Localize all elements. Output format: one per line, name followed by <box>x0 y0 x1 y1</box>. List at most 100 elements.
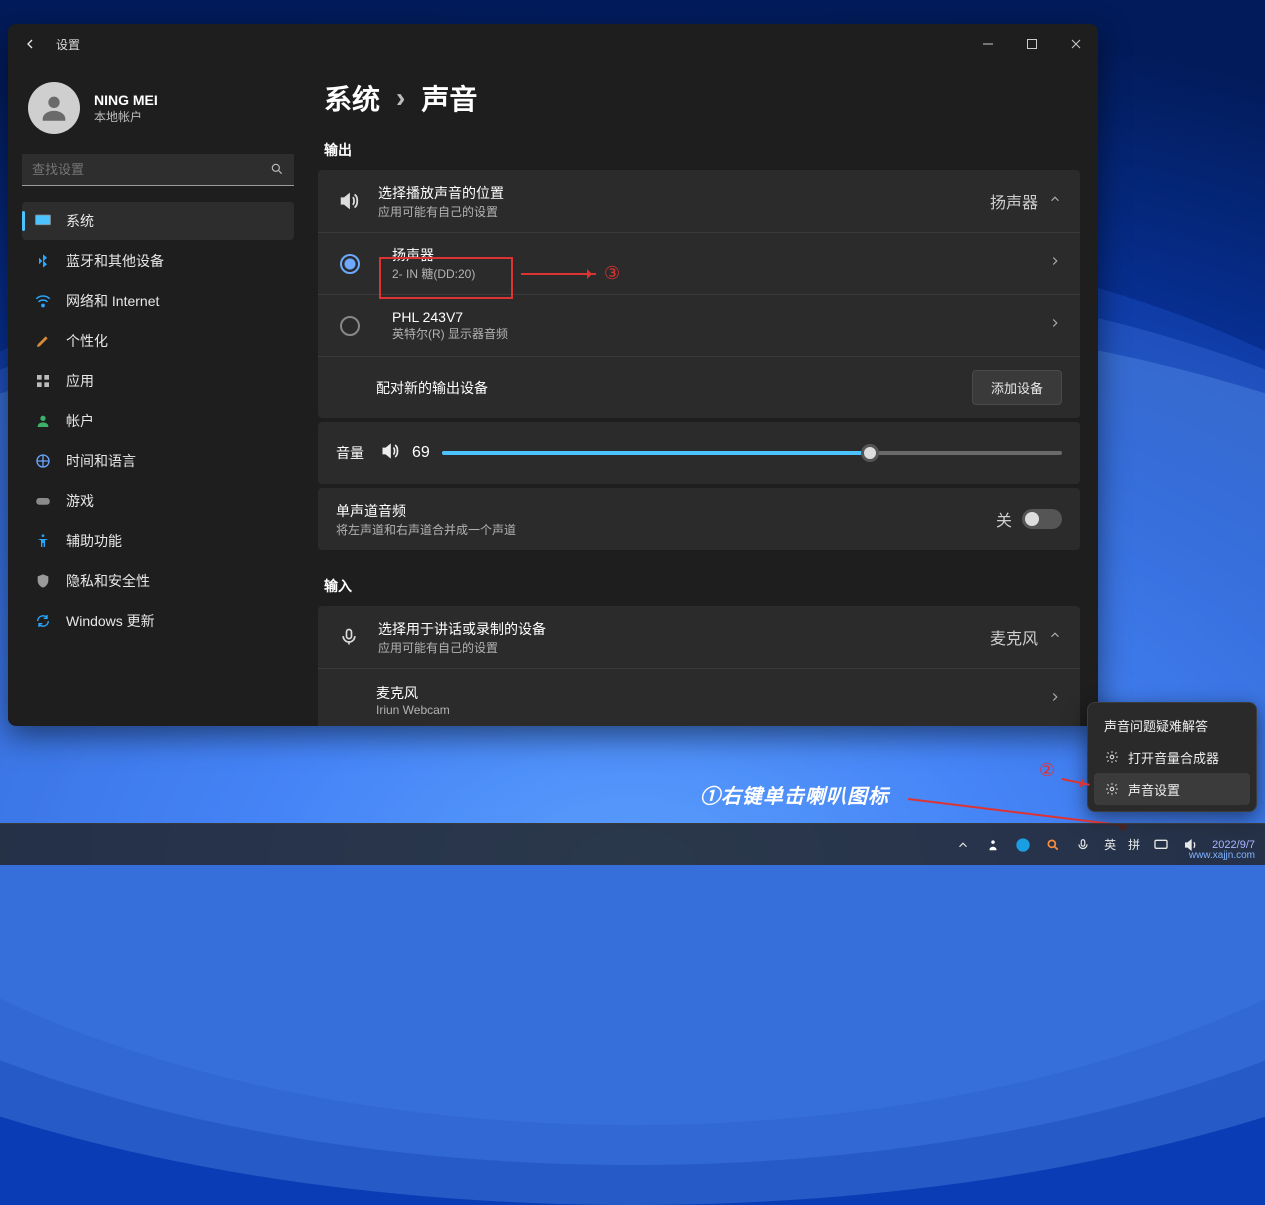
sidebar-item-label: 辅助功能 <box>66 531 122 551</box>
gamepad-icon <box>34 492 52 510</box>
nav: 系统 蓝牙和其他设备 网络和 Internet 个性化 应用 <box>22 202 294 640</box>
sidebar-item-accounts[interactable]: 帐户 <box>22 402 294 440</box>
radio-icon[interactable] <box>340 316 360 336</box>
breadcrumb: 系统 › 声音 <box>324 78 1080 118</box>
account-icon <box>34 412 52 430</box>
mono-state: 关 <box>996 507 1012 531</box>
sidebar-item-label: 隐私和安全性 <box>66 571 150 591</box>
settings-window: 设置 NING MEI 本地帐户 <box>8 24 1098 726</box>
annotation-number-3: ③ <box>604 263 620 284</box>
mono-row[interactable]: 单声道音频 将左声道和右声道合并成一个声道 关 <box>318 488 1080 550</box>
sidebar-item-network[interactable]: 网络和 Internet <box>22 282 294 320</box>
output-chooser-sub: 应用可能有自己的设置 <box>378 203 974 220</box>
system-icon <box>34 212 52 230</box>
output-device-1[interactable]: PHL 243V7 英特尔(R) 显示器音频 <box>318 294 1080 356</box>
account-block[interactable]: NING MEI 本地帐户 <box>22 64 294 152</box>
tray-network-icon[interactable] <box>1152 836 1170 854</box>
content: 系统 › 声音 输出 选择播放声音的位置 应用可能有自己的设置 扬声器 <box>308 64 1098 726</box>
titlebar: 设置 <box>8 24 1098 64</box>
wifi-icon <box>34 292 52 310</box>
sidebar-item-accessibility[interactable]: 辅助功能 <box>22 522 294 560</box>
output-device-sub: 英特尔(R) 显示器音频 <box>392 325 1032 342</box>
taskbar: 英 拼 2022/9/7 <box>0 823 1265 865</box>
shield-icon <box>34 572 52 590</box>
mono-toggle[interactable] <box>1022 509 1062 529</box>
tray-app-icon[interactable] <box>984 836 1002 854</box>
sidebar-item-windows-update[interactable]: Windows 更新 <box>22 602 294 640</box>
annotation-text-1: ①右键单击喇叭图标 <box>700 780 889 809</box>
sidebar-item-label: Windows 更新 <box>66 611 155 631</box>
sidebar-item-label: 网络和 Internet <box>66 291 159 311</box>
volume-slider[interactable] <box>442 451 1062 455</box>
sidebar-item-privacy[interactable]: 隐私和安全性 <box>22 562 294 600</box>
breadcrumb-parent[interactable]: 系统 <box>324 78 380 118</box>
add-device-button[interactable]: 添加设备 <box>972 370 1062 405</box>
avatar <box>28 82 80 134</box>
tray-chevron-up-icon[interactable] <box>954 836 972 854</box>
input-chooser-row[interactable]: 选择用于讲话或录制的设备 应用可能有自己的设置 麦克风 <box>318 606 1080 668</box>
chevron-right-icon <box>1048 254 1062 273</box>
annotation-number-2: ② <box>1039 760 1055 781</box>
tray-ime-pinyin[interactable]: 拼 <box>1128 836 1140 853</box>
chevron-right-icon: › <box>396 82 405 114</box>
gear-icon <box>1104 749 1120 765</box>
page-title: 声音 <box>421 78 477 118</box>
search-input[interactable] <box>22 154 294 186</box>
input-chooser-sub: 应用可能有自己的设置 <box>378 639 974 656</box>
sound-context-menu: 声音问题疑难解答 打开音量合成器 声音设置 <box>1087 702 1257 812</box>
chevron-up-icon <box>1048 192 1062 211</box>
sidebar-item-label: 应用 <box>66 371 94 391</box>
radio-icon[interactable] <box>340 254 360 274</box>
output-device-name: 扬声器 <box>392 245 1032 265</box>
context-menu-troubleshoot[interactable]: 声音问题疑难解答 <box>1094 709 1250 741</box>
tray-datetime[interactable]: 2022/9/7 <box>1212 839 1255 851</box>
input-device-0[interactable]: 麦克风 Iriun Webcam <box>318 668 1080 726</box>
bluetooth-icon <box>34 252 52 270</box>
sidebar-item-gaming[interactable]: 游戏 <box>22 482 294 520</box>
sidebar-item-bluetooth[interactable]: 蓝牙和其他设备 <box>22 242 294 280</box>
output-chooser-title: 选择播放声音的位置 <box>378 183 974 203</box>
close-button[interactable] <box>1054 24 1098 64</box>
accessibility-icon <box>34 532 52 550</box>
sidebar-item-personalization[interactable]: 个性化 <box>22 322 294 360</box>
output-current-device: 扬声器 <box>990 189 1038 213</box>
sidebar-item-label: 帐户 <box>66 411 94 431</box>
output-device-0[interactable]: 扬声器 2- IN 糖(DD:20) <box>318 232 1080 294</box>
sidebar-item-time-language[interactable]: 时间和语言 <box>22 442 294 480</box>
context-menu-sound-settings[interactable]: 声音设置 <box>1094 773 1250 805</box>
context-menu-volume-mixer[interactable]: 打开音量合成器 <box>1094 741 1250 773</box>
search-field[interactable] <box>22 154 294 186</box>
output-chooser-row[interactable]: 选择播放声音的位置 应用可能有自己的设置 扬声器 <box>318 170 1080 232</box>
apps-icon <box>34 372 52 390</box>
annotation-arrow-3 <box>521 273 596 275</box>
input-device-sub: Iriun Webcam <box>376 703 1032 717</box>
input-section-title: 输入 <box>324 576 1080 596</box>
volume-label: 音量 <box>336 443 364 463</box>
volume-value: 69 <box>412 444 430 462</box>
volume-row: 音量 69 <box>318 422 1080 484</box>
brush-icon <box>34 332 52 350</box>
output-device-name: PHL 243V7 <box>392 309 1032 325</box>
sidebar-item-label: 系统 <box>66 211 94 231</box>
sidebar-item-apps[interactable]: 应用 <box>22 362 294 400</box>
output-section-title: 输出 <box>324 140 1080 160</box>
tray-ime-english[interactable]: 英 <box>1104 836 1116 853</box>
mono-title: 单声道音频 <box>336 501 980 521</box>
sidebar-item-label: 个性化 <box>66 331 108 351</box>
maximize-button[interactable] <box>1010 24 1054 64</box>
chevron-right-icon <box>1048 316 1062 335</box>
chevron-right-icon <box>1048 690 1062 709</box>
tray-edge-icon[interactable] <box>1014 836 1032 854</box>
gear-icon <box>1104 781 1120 797</box>
minimize-button[interactable] <box>966 24 1010 64</box>
sidebar-item-label: 游戏 <box>66 491 94 511</box>
chevron-up-icon <box>1048 628 1062 647</box>
back-button[interactable] <box>8 24 52 64</box>
sidebar-item-system[interactable]: 系统 <box>22 202 294 240</box>
speaker-icon <box>336 190 362 212</box>
account-name: NING MEI <box>94 92 158 108</box>
tray-microphone-icon[interactable] <box>1074 836 1092 854</box>
tray-search-icon[interactable] <box>1044 836 1062 854</box>
volume-icon[interactable] <box>380 441 400 466</box>
pair-output-row: 配对新的输出设备 添加设备 <box>318 356 1080 418</box>
